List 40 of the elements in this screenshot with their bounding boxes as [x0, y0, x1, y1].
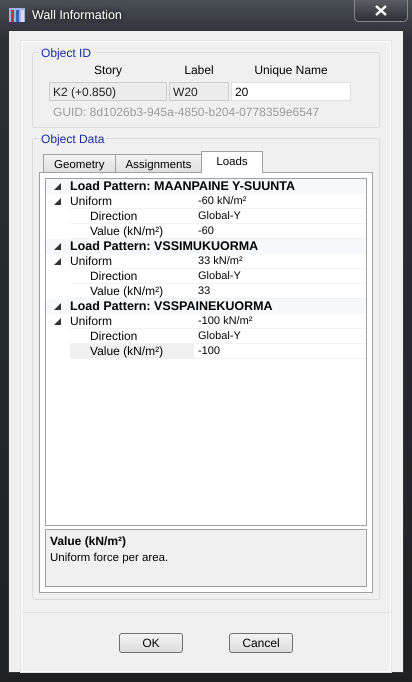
field-label: Unique Name	[253, 62, 329, 79]
dialog-button[interactable]: Cancel	[229, 633, 293, 653]
tab[interactable]: Loads	[201, 151, 263, 173]
triangle-icon[interactable]	[54, 303, 61, 310]
category-title: Load Pattern: VSSPAINEKUORMA	[70, 299, 273, 314]
triangle-icon[interactable]	[54, 258, 61, 266]
property-name[interactable]: Direction	[70, 209, 194, 224]
close-button[interactable]	[354, 0, 408, 22]
property-name[interactable]: Value (kN/m²)	[70, 344, 194, 359]
property-value: -100	[194, 344, 366, 359]
text-field[interactable]: K2 (+0.850)	[49, 82, 167, 101]
dialog-button[interactable]: OK	[119, 633, 183, 653]
property-value: -100 kN/m²	[194, 314, 366, 329]
field-label: Label	[183, 62, 215, 79]
property-name[interactable]: Direction	[70, 269, 194, 284]
property-value: Global-Y	[194, 329, 366, 344]
category-title: Load Pattern: MAANPAINE Y-SUUNTA	[70, 179, 296, 194]
window-title: Wall Information	[32, 6, 122, 24]
triangle-icon[interactable]	[54, 318, 61, 326]
tab[interactable]: Assignments	[114, 154, 202, 173]
property-name: Uniform	[70, 314, 194, 329]
category-title: Load Pattern: VSSIMUKUORMA	[70, 239, 258, 254]
tab[interactable]: Geometry	[43, 154, 116, 173]
property-value: Global-Y	[194, 269, 366, 284]
text-field[interactable]: 20	[231, 82, 351, 101]
close-icon	[375, 5, 387, 16]
guid-text: GUID: 8d1026b3-945a-4850-b204-0778359e6547	[53, 104, 320, 121]
app-icon	[8, 6, 26, 24]
text-field[interactable]: W20	[169, 82, 229, 101]
triangle-icon[interactable]	[54, 183, 61, 190]
triangle-icon[interactable]	[54, 198, 61, 206]
field-label: Story	[92, 62, 123, 79]
property-value: 33 kN/m²	[194, 254, 366, 269]
description-title: Value (kN/m²)	[50, 533, 128, 550]
description-text: Uniform force per area.	[50, 551, 170, 566]
triangle-icon[interactable]	[54, 243, 61, 250]
property-name: Uniform	[70, 194, 194, 209]
property-value: -60 kN/m²	[194, 194, 366, 209]
property-value: Global-Y	[194, 209, 366, 224]
property-name: Uniform	[70, 254, 194, 269]
